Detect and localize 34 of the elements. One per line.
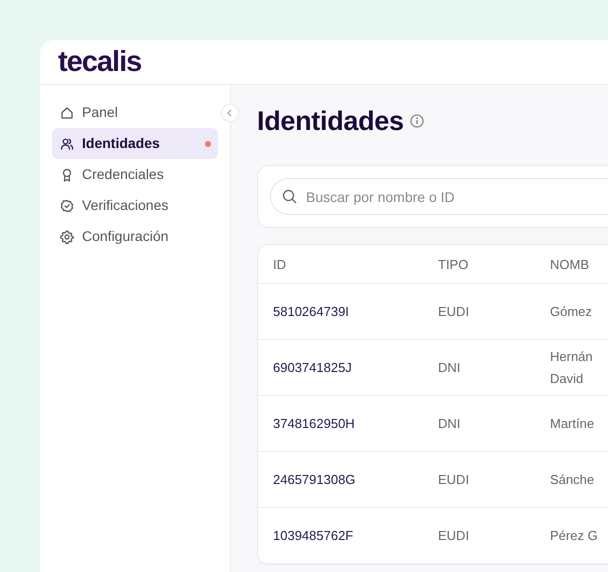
settings-icon <box>60 230 74 244</box>
award-icon <box>60 168 74 182</box>
table-cell-text: 1039485762F <box>273 527 354 546</box>
table-cell-text: EUDI <box>438 527 470 546</box>
sidebar-item[interactable]: Configuración <box>52 221 218 252</box>
sidebar-item[interactable]: Panel <box>52 97 218 128</box>
sidebar-item[interactable]: Verificaciones <box>52 190 218 221</box>
table-cell-text: DNI <box>438 415 462 434</box>
table-cell-text: 2465791308G <box>273 471 356 490</box>
table-cell-text: EUDI <box>438 303 470 322</box>
table-cell-text: Hernán David <box>550 348 594 388</box>
table-cell-text: Pérez G <box>550 526 599 545</box>
table-cell-text: Gómez <box>550 302 593 321</box>
info-icon[interactable] <box>410 114 424 128</box>
column-header[interactable]: NOMB <box>550 254 608 274</box>
sidebar-item[interactable]: Credenciales <box>52 159 218 190</box>
column-header[interactable]: TIPO <box>438 254 550 274</box>
logo: tecalis <box>58 48 142 76</box>
badge-check-icon <box>60 198 74 212</box>
table-cell-text: 6903741825J <box>273 359 353 378</box>
search-field[interactable]: Buscar por nombre o ID <box>270 178 608 216</box>
table-cell-text: Sánche <box>550 470 596 489</box>
chevron-left-icon <box>226 109 234 117</box>
collapse-button[interactable] <box>221 104 239 122</box>
table-cell-text: DNI <box>438 359 462 378</box>
table-cell-text: Martíne <box>550 414 596 433</box>
users-icon <box>60 136 74 150</box>
sidebar-item[interactable]: Identidades <box>52 128 218 159</box>
column-header[interactable]: ID <box>273 254 438 274</box>
table-cell-text: 5810264739I <box>273 303 350 322</box>
table-cell-text: 3748162950H <box>273 415 356 434</box>
page-title: Identidades <box>257 105 404 138</box>
table-cell-text: EUDI <box>438 471 470 490</box>
home-icon <box>60 106 74 120</box>
